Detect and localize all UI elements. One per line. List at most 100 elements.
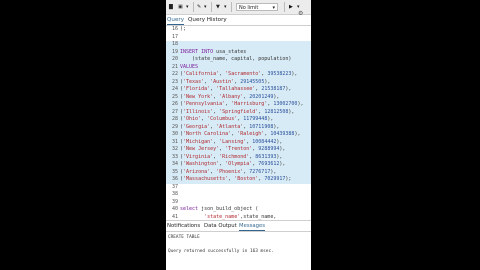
code-line[interactable]: 35 ('Arizona', 'Phoenix', 7276717), — [166, 168, 311, 176]
code-line[interactable]: 19 INSERT INTO usa_states — [166, 48, 311, 56]
line-number: 40 — [171, 206, 178, 212]
code-line[interactable]: 40 select json_build_object ( — [166, 206, 311, 214]
toolbar-divider — [231, 2, 232, 12]
code-text: ('Pennsylvania', 'Harrisburg', 13002700)… — [180, 101, 304, 107]
code-text: VALUES — [180, 63, 199, 70]
code-line[interactable]: 36 ('Massachusetts', 'Boston', 7029917); — [166, 176, 311, 184]
tab-query[interactable]: Query — [167, 16, 184, 25]
code-text: ('Illinois', 'Springfield', 12812508), — [180, 108, 295, 115]
line-number: 22 — [171, 71, 178, 77]
code-line[interactable]: 37 — [166, 184, 311, 192]
code-text: INSERT INTO usa_states — [180, 48, 247, 55]
line-number: 35 — [171, 168, 178, 175]
results-tabs: Notifications Data Output Messages — [166, 220, 311, 232]
chevron-down-icon[interactable]: ▾ — [224, 3, 227, 11]
code-line[interactable]: 18 — [166, 41, 311, 49]
line-number: 19 — [171, 48, 178, 55]
line-number: 27 — [171, 108, 178, 115]
code-text: ('Washington', 'Olympia', 7693612), — [180, 161, 286, 167]
line-number: 33 — [171, 153, 178, 160]
toolbar-divider — [193, 2, 194, 12]
toolbar: ▇ ▣ ▾ ✎ ▾ ▼ ▾ No limit ▾ ▶ ▾ ⚙ — [166, 0, 311, 17]
code-text: ('Georgia', 'Atlanta', 10711908), — [180, 123, 280, 130]
save-icon[interactable]: ▣ — [178, 3, 183, 11]
code-text: ('Virginia', 'Richmond', 8631393), — [180, 153, 283, 160]
limit-value: No limit — [239, 5, 259, 11]
line-number: 37 — [171, 183, 178, 190]
code-line[interactable]: 31 ('Michigan', 'Lansing', 10084442), — [166, 138, 311, 146]
code-line[interactable]: 28 ('Ohio', 'Columbus', 11799448), — [166, 116, 311, 124]
code-line[interactable]: 21 VALUES — [166, 63, 311, 71]
code-line[interactable]: 33 ('Virginia', 'Richmond', 8631393), — [166, 153, 311, 161]
line-number: 16 — [171, 26, 178, 32]
chevron-down-icon: ▾ — [272, 5, 275, 11]
line-number: 18 — [171, 41, 178, 47]
line-number: 30 — [171, 131, 178, 137]
code-text: ('Ohio', 'Columbus', 11799448), — [180, 116, 274, 122]
code-text: ('New Jersey', 'Trenton', 9288994), — [180, 146, 286, 152]
line-number: 23 — [171, 78, 178, 85]
code-line[interactable]: 16); — [166, 26, 311, 34]
code-line[interactable]: 26 ('Pennsylvania', 'Harrisburg', 1300270… — [166, 101, 311, 109]
line-number: 36 — [171, 176, 178, 182]
line-number: 38 — [171, 191, 178, 197]
code-text: ('Massachusetts', 'Boston', 7029917); — [180, 176, 292, 182]
messages-panel: CREATE TABLE Query returned successfully… — [168, 234, 309, 255]
line-number: 34 — [171, 161, 178, 167]
line-number: 32 — [171, 146, 178, 152]
code-line[interactable]: 17 — [166, 34, 311, 42]
code-line[interactable]: 34 ('Washington', 'Olympia', 7693612), — [166, 161, 311, 169]
toolbar-divider — [284, 2, 285, 12]
sql-editor[interactable]: 16); 17 18 19 INSERT INTO usa_states 20 (stat… — [166, 26, 311, 220]
code-line[interactable]: 27 ('Illinois', 'Springfield', 12812508), — [166, 108, 311, 116]
message-line — [168, 241, 309, 248]
toolbar-divider — [211, 2, 212, 12]
code-text: ('Arizona', 'Phoenix', 7276717), — [180, 168, 277, 175]
code-line[interactable]: 23 ('Texas', 'Austin', 29145505), — [166, 78, 311, 86]
message-line: CREATE TABLE — [168, 235, 200, 240]
code-text: ('North Carolina', 'Raleigh', 10439388), — [180, 131, 301, 137]
tab-query-history[interactable]: Query History — [188, 16, 227, 24]
line-number: 31 — [171, 138, 178, 145]
chevron-down-icon[interactable]: ▾ — [204, 3, 207, 11]
line-number: 17 — [171, 33, 178, 40]
execute-icon[interactable]: ▶ — [289, 3, 293, 11]
tab-data-output[interactable]: Data Output — [204, 222, 237, 230]
line-number: 20 — [171, 56, 178, 62]
line-number: 28 — [171, 116, 178, 122]
line-number: 25 — [171, 93, 178, 100]
code-text: ('California', 'Sacramento', 39538223), — [180, 71, 298, 77]
code-line[interactable]: 29 ('Georgia', 'Atlanta', 10711908), — [166, 123, 311, 131]
line-number: 29 — [171, 123, 178, 130]
tab-notifications[interactable]: Notifications — [167, 222, 200, 230]
code-text: ('New York', 'Albany', 20201249), — [180, 93, 280, 100]
code-line[interactable]: 30 ('North Carolina', 'Raleigh', 10439388… — [166, 131, 311, 139]
filter-icon[interactable]: ▼ — [216, 3, 220, 11]
code-text: select json_build_object ( — [180, 206, 259, 212]
code-line[interactable]: 32 ('New Jersey', 'Trenton', 9288994), — [166, 146, 311, 154]
code-line[interactable]: 22 ('California', 'Sacramento', 39538223)… — [166, 71, 311, 79]
tab-messages[interactable]: Messages — [239, 222, 265, 231]
line-number: 26 — [171, 101, 178, 107]
message-line: Query returned successfully in 163 msec. — [168, 249, 274, 254]
limit-select[interactable]: No limit ▾ — [236, 3, 278, 11]
code-line[interactable]: 25 ('New York', 'Albany', 20201249), — [166, 93, 311, 101]
query-tool-window: ▇ ▣ ▾ ✎ ▾ ▼ ▾ No limit ▾ ▶ ▾ ⚙ Query Que… — [166, 0, 311, 270]
code-text: 'state_name',state_name, — [204, 213, 277, 220]
line-number: 39 — [171, 198, 178, 205]
chevron-down-icon[interactable]: ▾ — [186, 3, 189, 11]
code-line[interactable]: 20 (state_name, capital, population) — [166, 56, 311, 64]
code-text: ('Florida', 'Tallahassee', 21538187), — [180, 86, 292, 92]
code-text: ); — [180, 26, 187, 32]
code-text: ('Michigan', 'Lansing', 10084442), — [180, 138, 283, 145]
code-line[interactable]: 24 ('Florida', 'Tallahassee', 21538187), — [166, 86, 311, 94]
folder-icon[interactable]: ▇ — [169, 3, 173, 11]
code-line[interactable]: 38 — [166, 191, 311, 199]
code-text: ('Texas', 'Austin', 29145505), — [180, 78, 271, 85]
code-line[interactable]: 39 — [166, 199, 311, 207]
edit-icon[interactable]: ✎ — [197, 3, 201, 11]
code-text: (state_name, capital, population) — [180, 56, 292, 62]
line-number: 24 — [171, 86, 178, 92]
editor-tabs: Query Query History — [166, 15, 311, 26]
line-number: 21 — [171, 63, 178, 70]
